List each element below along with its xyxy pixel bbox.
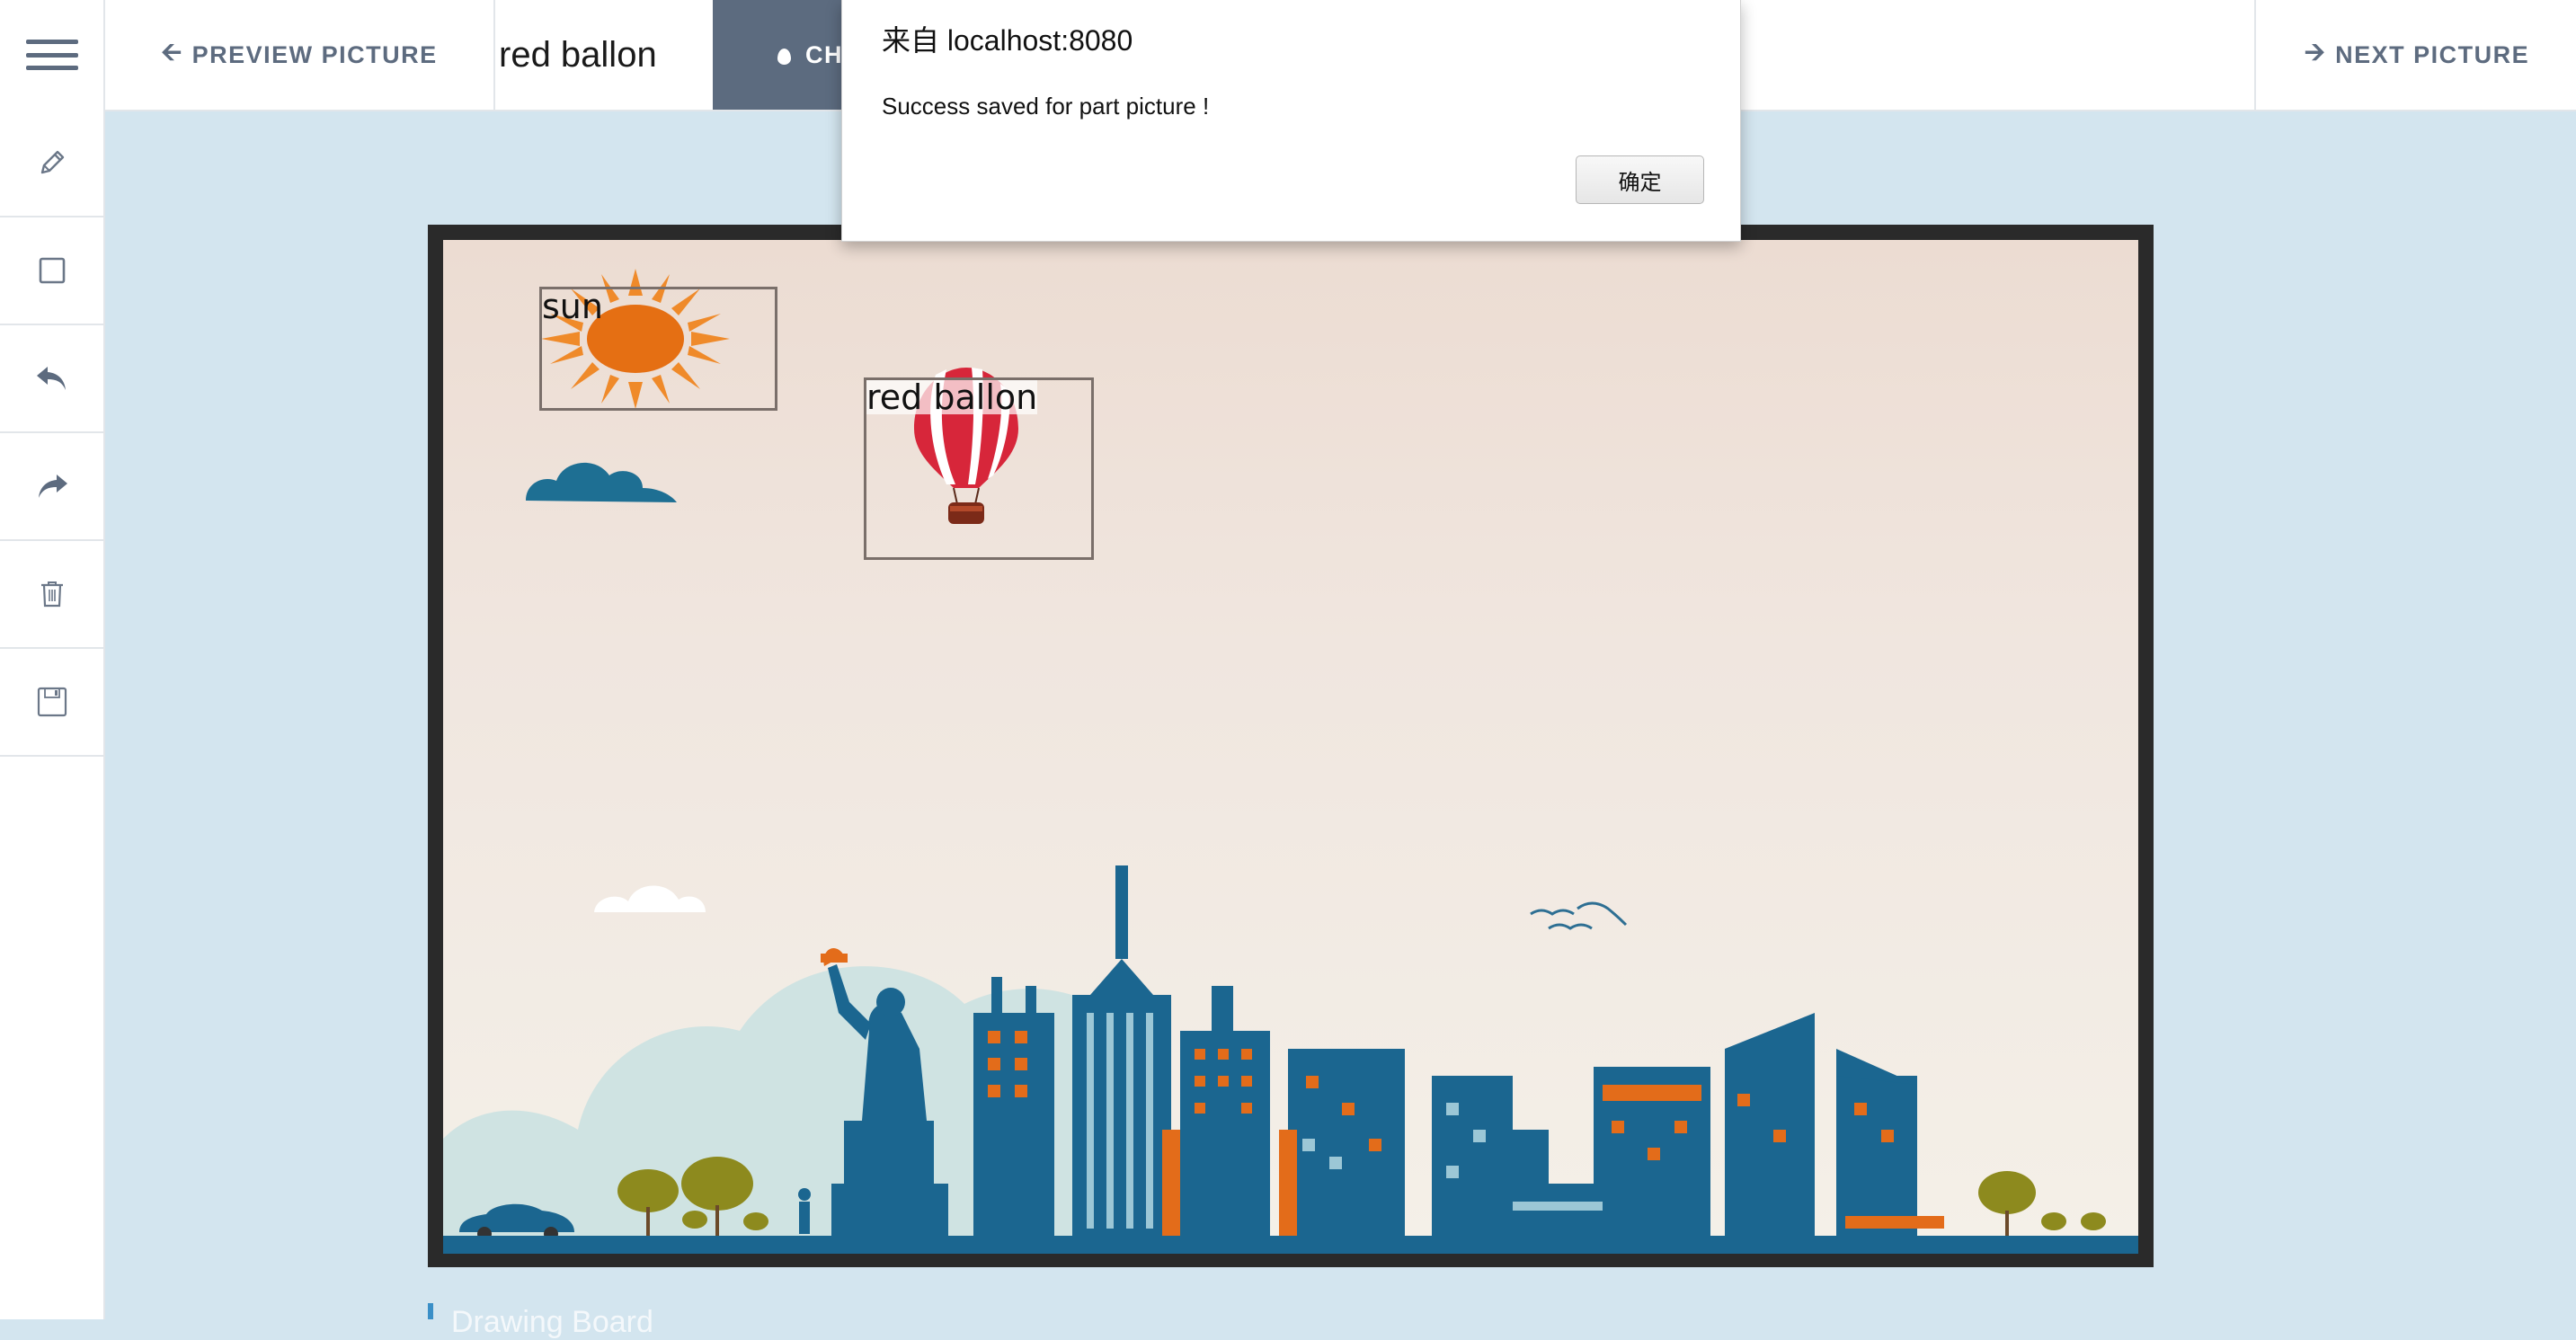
annotation-box-sun[interactable]: sun bbox=[539, 287, 777, 411]
pencil-tool-button[interactable] bbox=[0, 110, 103, 217]
label-input[interactable] bbox=[495, 2, 709, 108]
next-picture-label: NEXT PICTURE bbox=[2335, 40, 2530, 68]
drawing-canvas[interactable]: sun red ballon bbox=[443, 240, 2138, 1254]
rectangle-tool-button[interactable] bbox=[0, 217, 103, 325]
canvas-frame: sun red ballon bbox=[428, 225, 2154, 1267]
change-label: CH bbox=[805, 40, 843, 68]
undo-icon bbox=[36, 367, 66, 390]
next-picture-button[interactable]: 🡪 NEXT PICTURE bbox=[2254, 0, 2576, 110]
alert-dialog: 来自 localhost:8080 Success saved for part… bbox=[841, 0, 1741, 242]
dialog-ok-button[interactable]: 确定 bbox=[1576, 155, 1704, 204]
redo-icon bbox=[38, 475, 67, 498]
square-icon bbox=[39, 257, 65, 284]
arrow-left-icon: 🡨 bbox=[161, 38, 183, 66]
drop-icon bbox=[777, 49, 791, 65]
redo-button[interactable] bbox=[0, 433, 103, 541]
tool-sidebar bbox=[0, 110, 105, 1319]
previous-picture-label: PREVIEW PICTURE bbox=[191, 40, 438, 68]
delete-button[interactable] bbox=[0, 541, 103, 649]
undo-button[interactable] bbox=[0, 325, 103, 433]
save-button[interactable] bbox=[0, 649, 103, 757]
annotation-box-red-ballon[interactable]: red ballon bbox=[864, 377, 1094, 560]
dialog-title: 来自 localhost:8080 bbox=[882, 24, 1133, 57]
change-button[interactable]: CH bbox=[713, 0, 843, 110]
section-accent-bar bbox=[428, 1303, 433, 1319]
trash-icon bbox=[40, 581, 63, 608]
annotation-label-sun: sun bbox=[542, 287, 603, 326]
pencil-icon bbox=[40, 150, 64, 174]
floppy-icon bbox=[37, 687, 67, 717]
previous-picture-button[interactable]: 🡨 PREVIEW PICTURE bbox=[105, 0, 495, 110]
menu-button[interactable] bbox=[0, 0, 105, 110]
section-title: Drawing Board bbox=[451, 1305, 653, 1339]
dialog-message: Success saved for part picture ! bbox=[882, 93, 1210, 120]
annotation-label-red-ballon: red ballon bbox=[866, 377, 1038, 417]
arrow-right-icon: 🡪 bbox=[2304, 38, 2327, 66]
hamburger-icon bbox=[25, 40, 78, 70]
